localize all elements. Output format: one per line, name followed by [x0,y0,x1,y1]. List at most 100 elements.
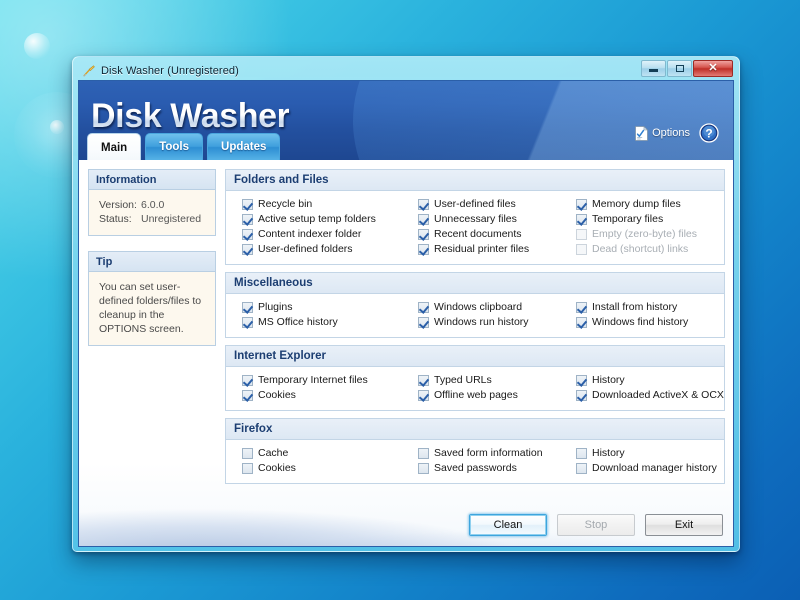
information-panel-title: Information [89,170,215,190]
checkbox-icon[interactable] [418,447,429,459]
checkbox-icon[interactable] [242,213,253,225]
broom-icon [83,64,95,76]
app-title: Disk Washer [91,97,290,135]
checkbox-row[interactable]: Temporary files [576,212,733,227]
checkbox-row[interactable]: History [576,446,733,461]
checkbox-icon[interactable] [242,228,253,240]
checkbox-row[interactable]: Install from history [576,300,733,315]
checkbox-label: Download manager history [592,462,717,474]
checkbox-icon[interactable] [576,301,587,313]
close-button[interactable]: ✕ [693,60,733,77]
options-button[interactable]: Options [635,125,690,141]
checkbox-row[interactable]: User-defined folders [242,242,418,257]
checkbox-icon[interactable] [576,198,587,210]
checkbox-row[interactable]: Downloaded ActiveX & OCX [576,388,733,403]
desktop-orb-icon [24,33,50,59]
checkbox-icon[interactable] [418,243,429,255]
checkbox-icon[interactable] [576,374,587,386]
checkbox-row[interactable]: Saved passwords [418,461,576,476]
options-column: Typed URLs Offline web pages [418,373,576,403]
checkbox-label: User-defined files [434,198,516,210]
exit-button[interactable]: Exit [645,514,723,536]
checkbox-row[interactable]: MS Office history [242,315,418,330]
checkbox-row[interactable]: Offline web pages [418,388,576,403]
checkbox-label: Empty (zero-byte) files [592,228,698,240]
checkbox-icon[interactable] [418,301,429,313]
clean-button[interactable]: Clean [469,514,547,536]
checkbox-row[interactable]: Plugins [242,300,418,315]
checkbox-label: Dead (shortcut) links [592,243,689,255]
checkbox-label: Recent documents [434,228,522,240]
options-column: Temporary Internet files Cookies [226,373,418,403]
checkbox-label: Residual printer files [434,243,530,255]
checkbox-row[interactable]: User-defined files [418,197,576,212]
checkbox-row[interactable]: Windows run history [418,315,576,330]
checkbox-row[interactable]: History [576,373,733,388]
checkbox-icon[interactable] [418,374,429,386]
checkbox-icon[interactable] [418,462,429,474]
checkbox-label: User-defined folders [258,243,353,255]
checkbox-icon[interactable] [418,316,429,328]
checkbox-icon[interactable] [242,447,253,459]
information-panel: Information Version: 6.0.0 Status: Unreg… [88,169,216,236]
checkbox-row[interactable]: Active setup temp folders [242,212,418,227]
checkbox-icon[interactable] [576,447,587,459]
maximize-button[interactable] [667,60,692,77]
checkbox-label: Plugins [258,301,293,313]
checkbox-label: Windows run history [434,316,529,328]
options-column: Install from history Windows find history [576,300,733,330]
information-panel-body: Version: 6.0.0 Status: Unregistered [89,190,215,235]
checkbox-icon[interactable] [418,389,429,401]
checkbox-row[interactable]: Windows find history [576,315,733,330]
checkbox-row[interactable]: Content indexer folder [242,227,418,242]
checkbox-icon[interactable] [242,316,253,328]
tab-tools[interactable]: Tools [145,133,204,160]
checkbox-row[interactable]: Saved form information [418,446,576,461]
checkbox-row[interactable]: Unnecessary files [418,212,576,227]
close-icon: ✕ [708,62,718,74]
stop-button[interactable]: Stop [557,514,635,536]
checkbox-label: Unnecessary files [434,213,517,225]
checkbox-row[interactable]: Cache [242,446,418,461]
checkbox-icon[interactable] [418,228,429,240]
checkbox-icon[interactable] [242,243,253,255]
checkbox-icon[interactable] [418,213,429,225]
checkbox-row[interactable]: Cookies [242,461,418,476]
checkbox-icon[interactable] [242,374,253,386]
checkbox-row[interactable]: Memory dump files [576,197,733,212]
tab-updates-label: Updates [221,141,267,153]
checkbox-row[interactable]: Cookies [242,388,418,403]
left-sidebar: Information Version: 6.0.0 Status: Unreg… [88,169,216,546]
tab-main[interactable]: Main [87,133,142,160]
checkbox-icon[interactable] [418,198,429,210]
minimize-button[interactable] [641,60,666,77]
checkbox-label: Active setup temp folders [258,213,376,225]
checkbox-row[interactable]: Residual printer files [418,242,576,257]
checkbox-icon[interactable] [242,389,253,401]
action-buttons: Clean Stop Exit [469,514,723,536]
options-group: Miscellaneous Plugins MS Office history Win… [225,272,725,338]
checkbox-row[interactable]: Windows clipboard [418,300,576,315]
checkbox-icon[interactable] [242,198,253,210]
checkbox-label: Temporary files [592,213,664,225]
checkbox-row[interactable]: Download manager history [576,461,733,476]
options-group-title: Firefox [226,419,724,440]
checkbox-label: MS Office history [258,316,338,328]
options-column: Memory dump files Temporary files Empty (z… [576,197,733,257]
checkbox-icon[interactable] [242,301,253,313]
checkbox-icon[interactable] [576,316,587,328]
checkbox-row[interactable]: Temporary Internet files [242,373,418,388]
tab-updates[interactable]: Updates [207,133,281,160]
checkbox-row[interactable]: Recycle bin [242,197,418,212]
checkbox-icon[interactable] [576,389,587,401]
document-options-icon [635,125,649,141]
window-controls: ✕ [641,60,733,77]
checkbox-icon[interactable] [242,462,253,474]
checkbox-icon[interactable] [576,213,587,225]
checkbox-icon[interactable] [576,462,587,474]
checkbox-row[interactable]: Recent documents [418,227,576,242]
question-mark-help-icon[interactable]: ? [699,123,719,143]
tip-panel-body: You can set user-defined folders/files t… [89,272,215,345]
checkbox-row[interactable]: Typed URLs [418,373,576,388]
banner-actions: Options ? [635,123,719,143]
